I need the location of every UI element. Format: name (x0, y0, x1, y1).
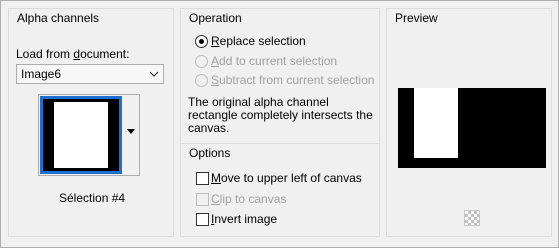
operation-title: Operation (189, 11, 242, 25)
alpha-channel-thumbnail-picker[interactable] (38, 94, 140, 176)
preview-title: Preview (395, 11, 438, 25)
move-to-upper-left-label[interactable]: Move to upper left of canvas (211, 171, 362, 185)
add-to-current-selection-radio[interactable] (195, 55, 208, 68)
thumbnail-alpha-shape (54, 102, 108, 168)
document-dropdown[interactable]: Image6 (16, 64, 164, 84)
dropdown-arrow-icon[interactable] (127, 129, 135, 135)
options-title: Options (189, 146, 231, 160)
move-to-upper-left-checkbox[interactable] (196, 172, 209, 185)
load-from-document-label: Load from document: (16, 47, 130, 61)
chevron-down-icon (149, 71, 159, 77)
alpha-channels-title: Alpha channels (17, 11, 100, 25)
radio-selected-dot (199, 39, 204, 44)
replace-selection-radio[interactable] (195, 35, 208, 48)
add-to-current-selection-label[interactable]: Add to current selection (211, 54, 337, 68)
selection-name-label: Sélection #4 (59, 191, 126, 205)
operation-message-line1: The original alpha channel (188, 95, 329, 109)
document-dropdown-value: Image6 (21, 67, 62, 81)
invert-image-checkbox[interactable] (196, 213, 209, 226)
checkerboard-icon[interactable] (464, 210, 480, 226)
preview-canvas (398, 88, 546, 168)
operation-message-line2: rectangle completely intersects the (188, 108, 373, 122)
clip-to-canvas-label[interactable]: Clip to canvas (211, 192, 286, 206)
alpha-channel-thumbnail[interactable] (40, 96, 122, 174)
subtract-from-current-selection-radio[interactable] (195, 74, 208, 87)
options-group: Options (180, 143, 380, 237)
clip-to-canvas-checkbox[interactable] (196, 193, 209, 206)
replace-selection-label[interactable]: Replace selection (211, 34, 306, 48)
preview-alpha-shape (414, 88, 458, 158)
invert-image-label[interactable]: Invert image (211, 212, 277, 226)
operation-message-line3: canvas. (188, 121, 230, 135)
subtract-from-current-selection-label[interactable]: Subtract from current selection (211, 73, 374, 87)
